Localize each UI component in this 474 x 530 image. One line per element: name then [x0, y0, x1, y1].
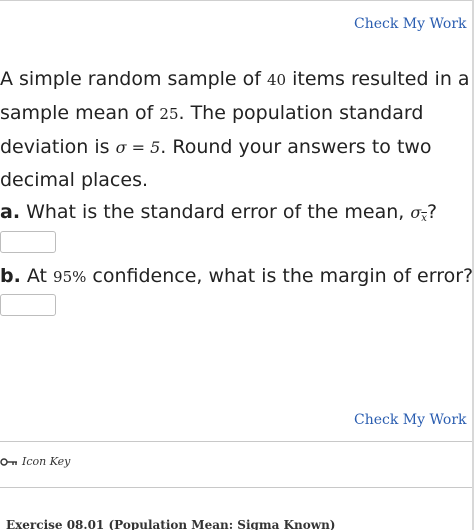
answer-b-input[interactable] — [0, 294, 56, 316]
problem-text: . The population standard — [178, 102, 424, 124]
question-b: b. At 95% confidence, what is the margin… — [0, 263, 474, 290]
problem-text: items resulted in a — [286, 68, 470, 90]
problem-line-3: deviation is σ = 5. Round your answers t… — [0, 131, 470, 164]
sample-size-value: 40 — [267, 71, 287, 89]
question-b-letter: b. — [0, 265, 21, 287]
question-b-text-pre: At — [20, 265, 54, 287]
icon-key-label: Icon Key — [22, 455, 71, 468]
problem-text: sample mean of — [0, 102, 160, 124]
divider — [0, 487, 472, 488]
sigma-symbol: σ — [410, 203, 422, 222]
problem-text: . Round your answers to two — [160, 136, 432, 158]
key-icon — [0, 457, 18, 467]
confidence-value: 95% — [53, 268, 87, 286]
sigma-expression: σ = 5 — [115, 138, 161, 157]
check-my-work-link-top[interactable]: Check My Work — [354, 16, 467, 32]
sample-mean-value: 25 — [159, 105, 179, 123]
standard-error-symbol: σx — [410, 203, 427, 224]
problem-line-4: decimal places. — [0, 169, 149, 191]
answer-a-input[interactable] — [0, 231, 56, 253]
problem-text: A simple random sample of — [0, 68, 267, 90]
question-b-text-post: confidence, what is the margin of error? — [86, 265, 474, 287]
exercise-title: Exercise 08.01 (Population Mean: Sigma K… — [6, 518, 336, 530]
question-a: a. What is the standard error of the mea… — [0, 199, 472, 232]
problem-line-1: A simple random sample of 40 items resul… — [0, 63, 470, 97]
problem-line-2: sample mean of 25. The population standa… — [0, 97, 470, 131]
top-border — [0, 0, 474, 1]
problem-text: deviation is — [0, 136, 116, 158]
problem-statement: A simple random sample of 40 items resul… — [0, 63, 470, 197]
question-a-letter: a. — [0, 201, 21, 223]
question-a-text: What is the standard error of the mean, — [20, 201, 411, 223]
icon-key-toggle[interactable]: Icon Key — [0, 455, 70, 468]
divider — [0, 441, 472, 442]
check-my-work-link-bottom[interactable]: Check My Work — [354, 412, 467, 428]
question-a-end: ? — [426, 201, 438, 223]
